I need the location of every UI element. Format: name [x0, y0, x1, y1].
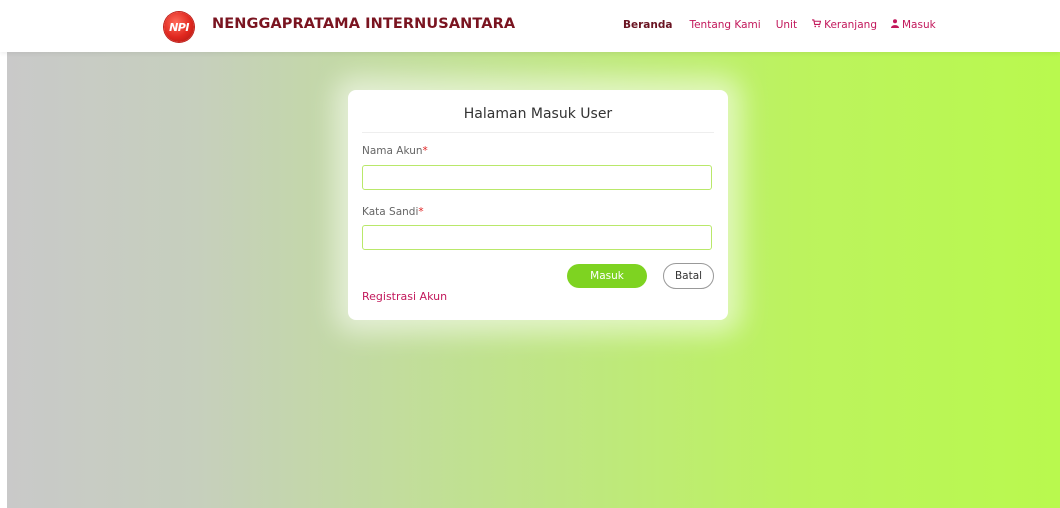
password-input[interactable]	[362, 225, 712, 250]
nav-item-label: Unit	[775, 19, 798, 31]
cancel-button[interactable]: Batal	[663, 263, 714, 289]
register-link[interactable]: Registrasi Akun	[362, 290, 447, 303]
navbar: NPI NENGGAPRATAMA INTERNUSANTARA Beranda…	[0, 0, 1060, 52]
nav-item-tentang-kami[interactable]: Tentang Kami	[689, 19, 760, 31]
brand-name[interactable]: NENGGAPRATAMA INTERNUSANTARA	[212, 16, 515, 32]
required-marker: *	[418, 206, 424, 218]
nav-item-label: Tentang Kami	[689, 19, 761, 31]
login-button[interactable]: Masuk	[567, 264, 647, 288]
cart-icon	[812, 19, 822, 31]
user-icon	[890, 19, 899, 31]
nav-item-unit[interactable]: Unit	[776, 19, 797, 31]
login-title: Halaman Masuk User	[463, 106, 613, 122]
password-label-text: Kata Sandi	[362, 206, 419, 218]
nav-item-beranda[interactable]: Beranda	[623, 19, 672, 31]
username-label: Nama Akun*	[362, 145, 428, 157]
nav-item-label: Beranda	[623, 19, 673, 31]
login-card: Halaman Masuk User Nama Akun* Kata Sandi…	[348, 90, 728, 320]
nav-item-label: Masuk	[901, 19, 936, 31]
username-label-text: Nama Akun	[362, 145, 423, 157]
username-input[interactable]	[362, 165, 712, 190]
brand-logo-text: NPI	[169, 20, 189, 34]
nav-item-label: Keranjang	[824, 19, 877, 31]
password-label: Kata Sandi*	[362, 206, 424, 218]
brand-logo[interactable]: NPI	[164, 12, 194, 42]
main-nav: Beranda Tentang Kami Unit Keranjang Masu…	[623, 19, 936, 31]
nav-item-keranjang[interactable]: Keranjang	[812, 19, 877, 31]
required-marker: *	[422, 145, 428, 157]
nav-item-masuk[interactable]: Masuk	[890, 19, 936, 31]
title-divider	[362, 132, 714, 133]
